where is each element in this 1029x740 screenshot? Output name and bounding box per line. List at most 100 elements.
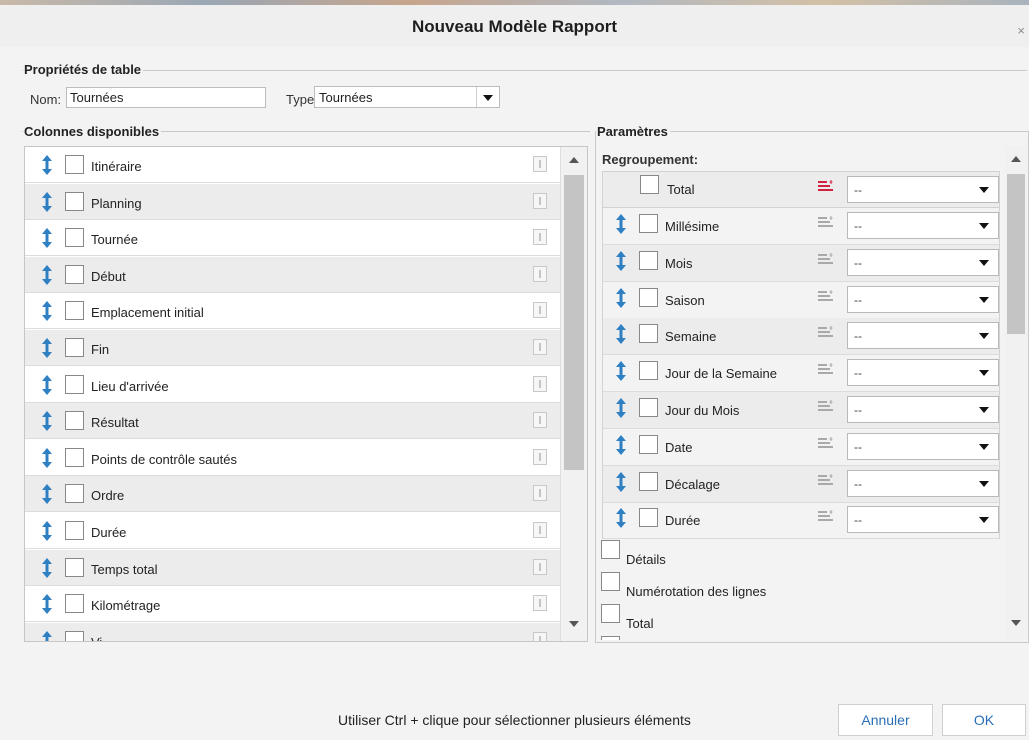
sort-lines-icon[interactable] bbox=[818, 436, 834, 449]
column-checkbox[interactable] bbox=[65, 228, 84, 248]
grouping-checkbox[interactable] bbox=[639, 250, 658, 270]
option-checkbox[interactable] bbox=[601, 572, 620, 591]
column-checkbox[interactable] bbox=[65, 338, 84, 357]
column-row[interactable]: Résultat bbox=[25, 403, 560, 440]
column-checkbox[interactable] bbox=[65, 484, 84, 504]
grouping-select[interactable]: -- bbox=[847, 285, 999, 313]
i-cursor-icon[interactable] bbox=[533, 229, 547, 246]
sort-lines-icon[interactable] bbox=[818, 400, 834, 412]
grouping-row[interactable]: Jour du Mois -- bbox=[602, 392, 1000, 429]
column-row[interactable]: Tournée bbox=[25, 220, 560, 257]
cancel-button[interactable]: Annuler bbox=[838, 704, 933, 736]
i-cursor-icon[interactable] bbox=[533, 412, 547, 429]
total-checkbox[interactable] bbox=[640, 175, 659, 194]
column-checkbox[interactable] bbox=[65, 411, 84, 431]
column-checkbox[interactable] bbox=[65, 521, 84, 540]
vertical-arrows-icon[interactable] bbox=[41, 155, 53, 175]
vertical-arrows-icon[interactable] bbox=[41, 521, 53, 541]
column-checkbox[interactable] bbox=[65, 155, 84, 174]
grouping-checkbox[interactable] bbox=[639, 214, 658, 233]
close-icon[interactable]: × bbox=[1017, 23, 1025, 38]
sort-lines-icon[interactable] bbox=[818, 473, 834, 486]
column-row[interactable]: Itinéraire bbox=[25, 147, 560, 183]
vertical-arrows-icon[interactable] bbox=[41, 228, 53, 249]
vertical-arrows-icon[interactable] bbox=[615, 324, 627, 345]
vertical-arrows-icon[interactable] bbox=[41, 374, 53, 395]
grouping-select[interactable]: -- bbox=[847, 506, 999, 534]
column-row[interactable]: Lieu d'arrivée bbox=[25, 367, 560, 403]
grouping-select[interactable]: -- bbox=[847, 322, 999, 350]
grouping-row[interactable]: Semaine -- bbox=[602, 318, 1000, 356]
column-checkbox[interactable] bbox=[65, 264, 84, 284]
available-columns-scrollbar[interactable] bbox=[560, 147, 587, 641]
grouping-select[interactable]: -- bbox=[847, 176, 999, 203]
grouping-row[interactable]: Mois -- bbox=[602, 244, 1000, 282]
grouping-checkbox[interactable] bbox=[639, 508, 658, 528]
column-checkbox[interactable] bbox=[65, 447, 84, 467]
vertical-arrows-icon[interactable] bbox=[41, 630, 53, 641]
sort-lines-icon[interactable] bbox=[818, 180, 834, 192]
grouping-row[interactable]: Millésime -- bbox=[602, 208, 1000, 245]
grouping-select[interactable]: -- bbox=[847, 248, 999, 276]
grouping-select[interactable]: -- bbox=[847, 396, 999, 423]
sort-lines-icon[interactable] bbox=[818, 510, 834, 522]
option-checkbox[interactable] bbox=[601, 636, 620, 640]
vertical-arrows-icon[interactable] bbox=[41, 594, 53, 615]
vertical-arrows-icon[interactable] bbox=[41, 484, 53, 505]
i-cursor-icon[interactable] bbox=[533, 375, 547, 392]
scroll-up-icon[interactable] bbox=[569, 157, 579, 163]
column-checkbox[interactable] bbox=[65, 594, 84, 614]
ok-button[interactable]: OK bbox=[942, 704, 1026, 736]
sort-lines-icon[interactable] bbox=[818, 216, 834, 228]
i-cursor-icon[interactable] bbox=[533, 302, 547, 319]
i-cursor-icon[interactable] bbox=[533, 595, 547, 612]
vertical-arrows-icon[interactable] bbox=[41, 447, 53, 468]
grouping-select[interactable]: -- bbox=[847, 432, 999, 460]
column-checkbox[interactable] bbox=[65, 301, 84, 321]
grouping-row[interactable]: Décalage -- bbox=[602, 465, 1000, 503]
grouping-checkbox[interactable] bbox=[639, 471, 658, 491]
vertical-arrows-icon[interactable] bbox=[615, 214, 627, 234]
i-cursor-icon[interactable] bbox=[533, 192, 547, 209]
vertical-arrows-icon[interactable] bbox=[41, 411, 53, 432]
column-row[interactable]: Durée bbox=[25, 513, 560, 549]
vertical-arrows-icon[interactable] bbox=[41, 301, 53, 322]
grouping-checkbox[interactable] bbox=[639, 324, 658, 344]
i-cursor-icon[interactable] bbox=[533, 558, 547, 575]
available-columns-scroll-thumb[interactable] bbox=[564, 175, 584, 470]
grouping-checkbox[interactable] bbox=[639, 287, 658, 307]
grouping-checkbox[interactable] bbox=[639, 361, 658, 381]
i-cursor-icon[interactable] bbox=[533, 265, 547, 282]
column-checkbox[interactable] bbox=[65, 557, 84, 577]
type-select[interactable]: Tournées bbox=[314, 86, 500, 108]
vertical-arrows-icon[interactable] bbox=[41, 264, 53, 285]
vertical-arrows-icon[interactable] bbox=[615, 287, 627, 308]
column-checkbox[interactable] bbox=[65, 191, 84, 211]
grouping-row[interactable]: Saison -- bbox=[602, 281, 1000, 319]
vertical-arrows-icon[interactable] bbox=[615, 434, 627, 455]
vertical-arrows-icon[interactable] bbox=[615, 361, 627, 382]
option-checkbox[interactable] bbox=[601, 604, 620, 623]
i-cursor-icon[interactable] bbox=[533, 522, 547, 538]
column-row[interactable]: Fin bbox=[25, 330, 560, 366]
grouping-select[interactable]: -- bbox=[847, 212, 999, 239]
grouping-row[interactable]: Durée -- bbox=[602, 502, 1000, 540]
vertical-arrows-icon[interactable] bbox=[615, 398, 627, 418]
vertical-arrows-icon[interactable] bbox=[41, 557, 53, 578]
grouping-checkbox[interactable] bbox=[639, 398, 658, 417]
vertical-arrows-icon[interactable] bbox=[41, 191, 53, 212]
i-cursor-icon[interactable] bbox=[533, 631, 547, 641]
i-cursor-icon[interactable] bbox=[533, 485, 547, 502]
vertical-arrows-icon[interactable] bbox=[615, 250, 627, 271]
column-row[interactable]: Vi... bbox=[25, 622, 560, 641]
name-input[interactable]: Tournées bbox=[66, 87, 266, 108]
option-checkbox[interactable] bbox=[601, 540, 620, 559]
vertical-arrows-icon[interactable] bbox=[41, 338, 53, 358]
column-row[interactable]: Kilométrage bbox=[25, 586, 560, 623]
grouping-checkbox[interactable] bbox=[639, 434, 658, 454]
grouping-select[interactable]: -- bbox=[847, 469, 999, 497]
vertical-arrows-icon[interactable] bbox=[615, 471, 627, 492]
sort-lines-icon[interactable] bbox=[818, 326, 834, 338]
column-row[interactable]: Planning bbox=[25, 183, 560, 220]
scroll-down-icon[interactable] bbox=[1011, 620, 1021, 626]
